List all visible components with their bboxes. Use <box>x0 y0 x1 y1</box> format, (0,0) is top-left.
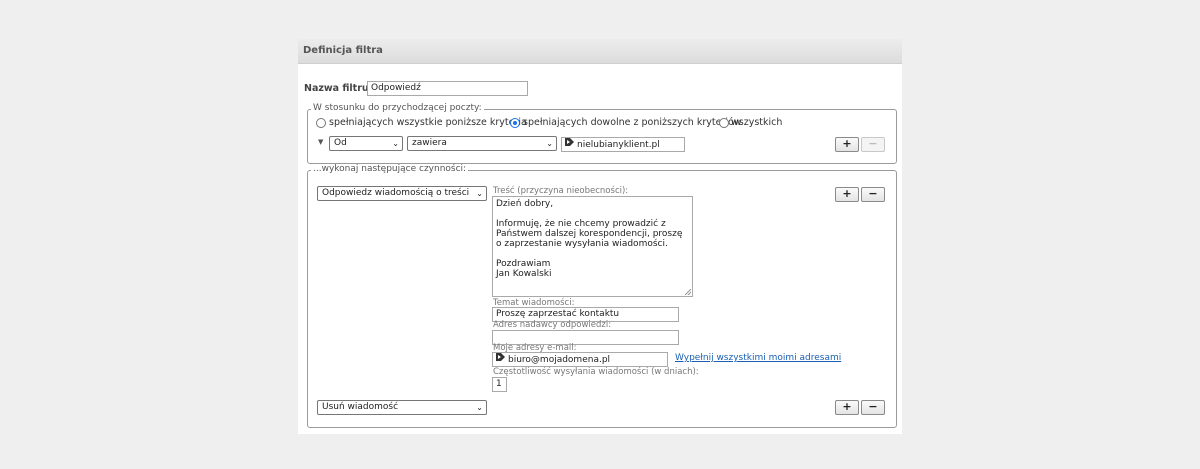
radio-all-criteria-label: spełniających wszystkie poniższe kryteri… <box>329 117 527 128</box>
chevron-down-icon: ⌄ <box>392 139 399 148</box>
resize-grip-icon[interactable] <box>685 289 691 295</box>
filter-name-label: Nazwa filtru: <box>304 83 373 94</box>
actions-legend: ...wykonaj następujące czynności: <box>311 164 469 174</box>
body-label: Treść (przyczyna nieobecności): <box>493 186 629 196</box>
chevron-down-icon: ⌄ <box>476 189 483 198</box>
rule-value-text: nielubianyklient.pl <box>577 140 660 150</box>
remove-criterion-button[interactable]: − <box>861 137 885 152</box>
rule-value-input[interactable]: nielubianyklient.pl <box>561 137 685 152</box>
remove-action-button[interactable]: − <box>861 187 885 202</box>
my-address-text: biuro@mojadomena.pl <box>508 355 611 365</box>
radio-all-messages[interactable] <box>719 118 729 128</box>
sender-label: Adres nadawcy odpowiedzi: <box>493 320 612 330</box>
rule-field-select[interactable]: Od ⌄ <box>329 136 403 151</box>
criteria-legend: W stosunku do przychodzącej poczty: <box>311 103 484 113</box>
chevron-down-icon: ⌄ <box>476 403 483 412</box>
rule-field-value: Od <box>334 138 347 148</box>
action1-type-value: Odpowiedz wiadomością o treści <box>322 188 470 198</box>
rule-operator-value: zawiera <box>412 138 447 148</box>
body-textarea[interactable]: Dzień dobry, Informuję, że nie chcemy pr… <box>492 196 693 297</box>
add-action-button[interactable]: + <box>835 187 859 202</box>
address-tag-icon <box>496 353 505 366</box>
address-tag-icon <box>565 138 574 151</box>
frequency-input[interactable]: 1 <box>492 377 507 392</box>
triangle-down-icon[interactable]: ▼ <box>318 138 323 146</box>
rule-operator-select[interactable]: zawiera ⌄ <box>407 136 557 151</box>
filter-definition-panel: Definicja filtra Nazwa filtru: Odpowiedź… <box>298 39 902 434</box>
panel-header: Definicja filtra <box>298 39 902 64</box>
filter-name-input[interactable]: Odpowiedź <box>367 81 528 96</box>
action1-type-select[interactable]: Odpowiedz wiadomością o treści ⌄ <box>317 186 487 201</box>
radio-all-criteria[interactable] <box>316 118 326 128</box>
action2-type-select[interactable]: Usuń wiadomość ⌄ <box>317 400 487 415</box>
add-action2-button[interactable]: + <box>835 400 859 415</box>
chevron-down-icon: ⌄ <box>546 139 553 148</box>
fill-all-addresses-link[interactable]: Wypełnij wszystkimi moimi adresami <box>675 353 841 363</box>
action2-type-value: Usuń wiadomość <box>322 402 399 412</box>
radio-all-messages-label: wszystkich <box>731 117 783 128</box>
frequency-label: Częstotliwość wysyłania wiadomości (w dn… <box>493 367 699 377</box>
radio-any-criteria-label: spełniających dowolne z poniższych kryte… <box>523 117 742 128</box>
remove-action2-button[interactable]: − <box>861 400 885 415</box>
radio-any-criteria[interactable] <box>510 118 520 128</box>
panel-title: Definicja filtra <box>303 45 383 56</box>
add-criterion-button[interactable]: + <box>835 137 859 152</box>
my-addresses-input[interactable]: biuro@mojadomena.pl <box>492 352 668 367</box>
